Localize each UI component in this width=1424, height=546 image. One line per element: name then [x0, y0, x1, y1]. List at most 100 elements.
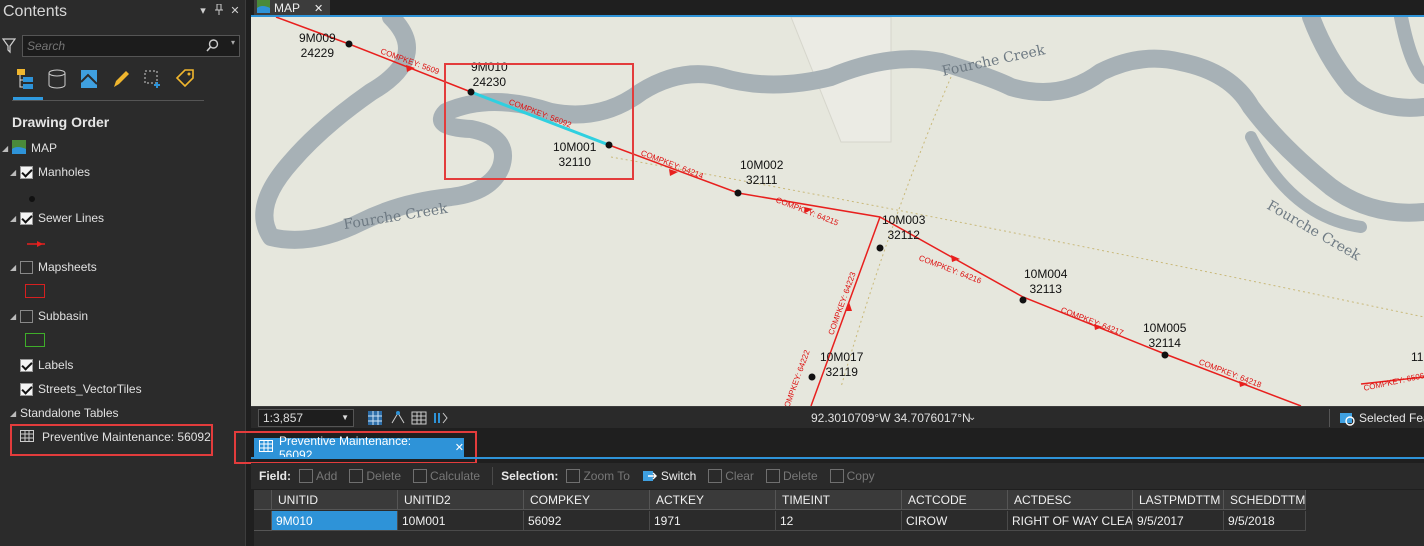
row-selector[interactable]	[254, 511, 272, 531]
view-tab-strip	[251, 0, 1424, 16]
highlight-box	[234, 431, 477, 464]
refresh-icon[interactable]	[433, 410, 449, 426]
table-cell[interactable]: 9/5/2017	[1133, 511, 1224, 531]
column-header[interactable]: UNITID	[272, 490, 398, 510]
list-by-editing-icon[interactable]	[108, 66, 134, 92]
snapping-icon[interactable]	[390, 410, 406, 426]
table-toolbar: Field: Add Delete Calculate Selection: Z…	[251, 463, 1424, 489]
table-cell[interactable]: 1971	[650, 511, 776, 531]
delete-selection-button[interactable]: Delete	[765, 469, 818, 483]
layer-visibility-checkbox[interactable]	[20, 382, 33, 396]
standalone-tables-group[interactable]: ◢ Standalone Tables	[10, 404, 119, 422]
layer-mapsheets[interactable]: ◢ Mapsheets	[10, 258, 97, 276]
copy-icon	[829, 469, 844, 483]
contents-pane: Contents ▾ ✕ ▾	[0, 0, 246, 546]
column-header[interactable]: ACTDESC	[1008, 490, 1133, 510]
column-header[interactable]: UNITID2	[398, 490, 524, 510]
layer-visibility-checkbox[interactable]	[20, 211, 33, 225]
manhole-label: 10M003 32112	[882, 213, 926, 242]
layer-labels[interactable]: Labels	[10, 356, 73, 374]
column-header[interactable]: ACTCODE	[902, 490, 1008, 510]
manhole-label: 11	[1411, 350, 1424, 364]
table-grid-icon[interactable]	[411, 410, 427, 426]
list-by-selection-icon[interactable]	[76, 66, 102, 92]
table-cell[interactable]: 9/5/2018	[1224, 511, 1306, 531]
table-cell[interactable]: 12	[776, 511, 902, 531]
column-header[interactable]: LASTPMDTTM	[1133, 490, 1224, 510]
zoom-to-button[interactable]: Zoom To	[566, 469, 630, 483]
close-pane-icon[interactable]: ✕	[228, 4, 242, 17]
table-row[interactable]: 9M010 10M001 56092 1971 12 CIROW RIGHT O…	[254, 511, 1306, 531]
search-icon[interactable]	[206, 39, 219, 55]
list-by-labeling-icon[interactable]	[172, 66, 198, 92]
drawing-order-heading: Drawing Order	[12, 114, 110, 130]
collapse-caret-icon[interactable]: ◢	[10, 312, 20, 321]
list-by-drawing-order-icon[interactable]	[12, 66, 38, 92]
clear-selection-button[interactable]: Clear	[708, 469, 754, 483]
layer-streets-vectortiles[interactable]: Streets_VectorTiles	[10, 380, 142, 398]
add-field-icon	[299, 469, 313, 483]
calculate-field-button[interactable]: Calculate	[413, 469, 480, 483]
map-label: MAP	[31, 141, 58, 155]
delete-field-button[interactable]: Delete	[349, 469, 401, 483]
scale-dropdown[interactable]: 1:3,857 ▼	[258, 409, 354, 427]
arcgis-pro-window: Contents ▾ ✕ ▾	[0, 0, 1424, 546]
close-tab-icon[interactable]: ✕	[314, 2, 323, 15]
chevron-down-icon[interactable]: ⌄	[968, 412, 984, 428]
pin-icon[interactable]	[212, 3, 226, 18]
map-view[interactable]: 9M009 24229 9M010 24230 10M001 32110 10M002…	[251, 17, 1424, 406]
collapse-caret-icon[interactable]: ◢	[10, 263, 20, 272]
column-header[interactable]: COMPKEY	[524, 490, 650, 510]
select-all-corner[interactable]	[254, 490, 272, 510]
layer-visibility-checkbox[interactable]	[20, 358, 33, 372]
collapse-caret-icon[interactable]: ◢	[10, 409, 20, 418]
subbasin-symbol-icon	[25, 333, 45, 347]
list-by-data-source-icon[interactable]	[44, 66, 70, 92]
copy-selection-button[interactable]: Copy	[829, 469, 875, 483]
switch-selection-button[interactable]: Switch	[642, 469, 696, 483]
collapse-caret-icon[interactable]: ◢	[10, 214, 20, 223]
layer-visibility-checkbox[interactable]	[20, 260, 33, 274]
search-dropdown-icon[interactable]: ▾	[231, 38, 235, 47]
selected-features-indicator[interactable]: Selected Feat	[1339, 410, 1424, 426]
filter-icon[interactable]	[1, 38, 17, 57]
grid-icon[interactable]	[367, 410, 383, 426]
mapsheet-symbol-icon	[25, 284, 45, 298]
table-cell[interactable]: 9M010	[272, 511, 398, 531]
search-field[interactable]: ▾	[22, 35, 240, 57]
collapse-caret-icon[interactable]: ◢	[10, 168, 20, 177]
layer-sewer-lines[interactable]: ◢ Sewer Lines	[10, 209, 104, 227]
calculate-icon	[413, 469, 428, 483]
layer-manholes[interactable]: ◢ Manholes	[10, 163, 90, 181]
layer-visibility-checkbox[interactable]	[20, 165, 33, 179]
column-header[interactable]: TIMEINT	[776, 490, 902, 510]
table-cell[interactable]: CIROW	[902, 511, 1008, 531]
layer-visibility-checkbox[interactable]	[20, 309, 33, 323]
table-cell[interactable]: 10M001	[398, 511, 524, 531]
map-icon	[257, 0, 270, 16]
map-tree-item[interactable]: ◢ MAP	[2, 139, 57, 157]
pane-options-icon[interactable]: ▾	[196, 4, 210, 17]
divider	[12, 100, 204, 101]
collapse-caret-icon[interactable]: ◢	[2, 144, 12, 153]
table-cell[interactable]: 56092	[524, 511, 650, 531]
tab-map[interactable]: MAP ✕	[254, 0, 330, 16]
layer-label: Streets_VectorTiles	[38, 382, 142, 396]
zoom-to-icon	[566, 469, 581, 483]
attribute-table[interactable]: UNITID UNITID2 COMPKEY ACTKEY TIMEINT AC…	[254, 490, 1424, 546]
tab-accent-line	[251, 457, 1424, 459]
manhole-label: 10M017 32119	[820, 350, 864, 379]
column-header[interactable]: SCHEDDTTM	[1224, 490, 1306, 510]
chevron-down-icon[interactable]: ▼	[341, 410, 349, 426]
search-input[interactable]	[23, 36, 203, 56]
divider	[1329, 409, 1330, 427]
table-cell[interactable]: RIGHT OF WAY CLEA...	[1008, 511, 1133, 531]
tab-label: MAP	[274, 1, 301, 15]
list-by-snapping-icon[interactable]	[140, 66, 166, 92]
map-icon	[12, 139, 26, 157]
layer-subbasin[interactable]: ◢ Subbasin	[10, 307, 88, 325]
add-field-button[interactable]: Add	[299, 469, 337, 483]
standalone-tables-label: Standalone Tables	[20, 406, 119, 420]
coordinate-readout[interactable]: 92.3010709°W 34.7076017°N	[811, 411, 971, 425]
column-header[interactable]: ACTKEY	[650, 490, 776, 510]
